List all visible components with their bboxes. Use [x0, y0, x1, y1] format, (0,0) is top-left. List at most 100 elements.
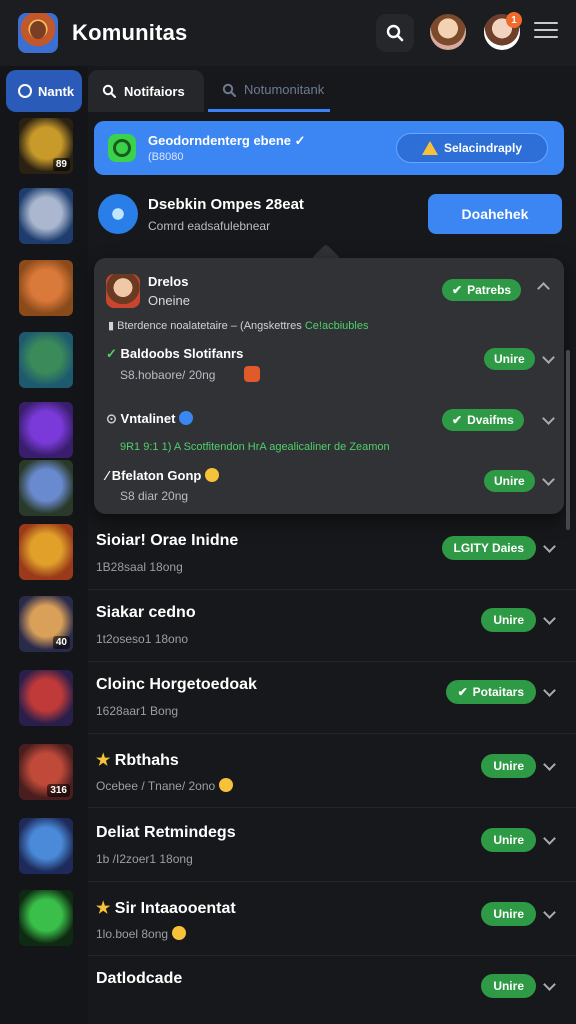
game-thumbnail[interactable] — [19, 524, 73, 580]
panel-item-pill[interactable]: Unire — [484, 348, 535, 370]
panel-item-title: ✓ Baldoobs Slotifanrs — [106, 346, 244, 361]
user-name: Drelos — [148, 274, 189, 289]
game-badge: 40 — [52, 636, 70, 649]
sidebar-tab[interactable]: Nantk — [6, 70, 82, 112]
feed-item[interactable]: ★ Rbthahs Ocebee / Tnane/ 2ono Unire — [88, 736, 576, 808]
game-thumbnail[interactable]: 89 — [19, 118, 73, 174]
game-thumbnail[interactable] — [19, 460, 73, 516]
game-thumbnail[interactable] — [19, 402, 73, 458]
menu-icon[interactable] — [534, 22, 558, 44]
check-icon: ✔ — [452, 413, 463, 427]
pill-label: Dvaifms — [467, 413, 514, 427]
top-header: Komunitas 1 — [0, 0, 576, 66]
chevron-down-icon[interactable] — [543, 540, 556, 553]
game-icon — [244, 366, 260, 382]
user-avatar — [106, 274, 140, 308]
chevron-down-icon[interactable] — [543, 978, 556, 991]
pill-label: Patrebs — [467, 283, 512, 297]
chevron-down-icon[interactable] — [543, 832, 556, 845]
game-badge: 89 — [52, 158, 70, 171]
banner-subtitle: (B8080 — [148, 151, 184, 163]
chevron-up-icon[interactable] — [537, 282, 550, 295]
community-action-button[interactable]: Doahehek — [428, 194, 562, 234]
user-status: Oneine — [148, 293, 190, 308]
feed-item-title: Datlodcade — [96, 970, 183, 987]
game-thumbnail[interactable] — [19, 260, 73, 316]
check-icon: ✔ — [452, 283, 463, 297]
chevron-down-icon[interactable] — [543, 684, 556, 697]
panel-scrollbar[interactable] — [566, 350, 570, 530]
chevron-down-icon[interactable] — [542, 351, 555, 364]
tab-notifications[interactable]: Notifaiors — [88, 70, 204, 112]
check-icon: ✔ — [457, 685, 468, 699]
banner-button-label: Selacindraply — [443, 141, 523, 155]
tab-label: Notumonitank — [244, 82, 325, 97]
panel-item-pill[interactable]: ✔ Dvaifms — [442, 409, 524, 431]
star-icon: ★ — [96, 900, 115, 917]
feed-item-subtitle: 1B28saal 18ong — [96, 560, 183, 574]
panel-item-title: ⊙ Vntalinet — [106, 411, 194, 427]
feed-item[interactable]: Datlodcade Unire — [88, 956, 576, 1024]
panel-item-detail: 9R1 9:1 1) A Scotfitendon HrA agealicali… — [120, 441, 390, 453]
feed-item-pill[interactable]: Unire — [481, 902, 536, 926]
user-status-pill[interactable]: ✔ Patrebs — [442, 279, 522, 301]
feed-item-subtitle: Ocebee / Tnane/ 2ono — [96, 778, 234, 793]
tab-community-list[interactable]: Notumonitank — [208, 70, 330, 112]
game-thumbnail[interactable] — [19, 818, 73, 874]
warning-icon — [421, 141, 438, 155]
info-banner: Geodorndenterg ebene ✓ (B8080 Selacindra… — [94, 121, 564, 175]
game-thumbnail[interactable] — [19, 188, 73, 244]
feed-item[interactable]: Deliat Retmindegs 1b /I2zoer1 18ong Unire — [88, 810, 576, 882]
panel-item-subtitle: S8.hobaore/ 20ng — [120, 368, 216, 382]
chevron-down-icon[interactable] — [543, 758, 556, 771]
feed-item[interactable]: Sioiar! Orae Inidne 1B28saal 18ong LGITY D… — [88, 518, 576, 590]
game-thumbnail[interactable]: 316 — [19, 744, 73, 800]
feed-item-pill[interactable]: Unire — [481, 974, 536, 998]
smile-icon — [219, 778, 234, 792]
chevron-down-icon[interactable] — [543, 612, 556, 625]
panel-item-title: ⁄ Bfelaton Gonp — [106, 468, 220, 483]
chevron-down-icon[interactable] — [542, 473, 555, 486]
feed-item[interactable]: Siakar cedno 1t2oseso1 18ono Unire — [88, 590, 576, 662]
game-thumbnail[interactable] — [19, 890, 73, 946]
feed-item-title: ★ Rbthahs — [96, 752, 179, 769]
game-thumbnail[interactable] — [19, 332, 73, 388]
app-root: Komunitas 1 Nantk 89 40 316 Notifaiors Not… — [0, 0, 576, 1024]
search-icon — [102, 84, 116, 98]
feed-item-pill[interactable]: LGITY Daies — [441, 536, 536, 560]
feed-item-pill[interactable]: Unire — [481, 754, 536, 778]
banner-action-button[interactable]: Selacindraply — [396, 133, 548, 163]
banner-title: Geodorndenterg ebene ✓ — [148, 133, 306, 148]
feed-item[interactable]: Cloinc Horgetoedoak 1628aar1 Bong ✔ Potaita… — [88, 662, 576, 734]
feed-item-subtitle: 1b /I2zoer1 18ong — [96, 852, 193, 866]
app-title: Komunitas — [72, 20, 188, 45]
game-badge: 316 — [47, 784, 70, 797]
content-tabs: Notifaiors Notumonitank — [88, 66, 576, 114]
circle-icon — [18, 84, 32, 98]
smile-icon — [172, 926, 187, 940]
game-thumbnail[interactable]: 40 — [19, 596, 73, 652]
community-logo — [98, 194, 138, 234]
feed-item[interactable]: ★ Sir Intaaooentat 1lo.boel 8ong Unire — [88, 884, 576, 956]
panel-item-pill[interactable]: Unire — [484, 470, 535, 492]
chevron-down-icon[interactable] — [543, 906, 556, 919]
game-thumbnail[interactable] — [19, 670, 73, 726]
notification-badge: 1 — [506, 12, 522, 28]
activity-text: ▮ Bterdence noalatetaire – (Angskettres … — [108, 320, 369, 332]
panel-item-subtitle: S8 diar 20ng — [120, 489, 189, 503]
feed-item-pill[interactable]: Unire — [481, 828, 536, 852]
feed-item-subtitle: 1628aar1 Bong — [96, 704, 179, 718]
feed-item-title: Siakar cedno — [96, 604, 196, 621]
community-title: Dsebkin Ompes 28eat — [148, 196, 304, 213]
chevron-down-icon[interactable] — [542, 412, 555, 425]
feed-item-pill[interactable]: ✔ Potaitars — [445, 680, 536, 704]
chat-icon — [108, 134, 136, 162]
notifications-panel: Drelos Oneine ✔ Patrebs ▮ Bterdence noala… — [94, 258, 564, 514]
feed-item-title: Deliat Retmindegs — [96, 824, 236, 841]
sidebar-tab-label: Nantk — [38, 83, 75, 99]
friend-avatar[interactable] — [430, 14, 466, 50]
app-logo[interactable] — [18, 13, 58, 53]
search-button[interactable] — [376, 14, 414, 52]
feed-item-pill[interactable]: Unire — [481, 608, 536, 632]
tab-label: Notifaiors — [124, 83, 185, 99]
